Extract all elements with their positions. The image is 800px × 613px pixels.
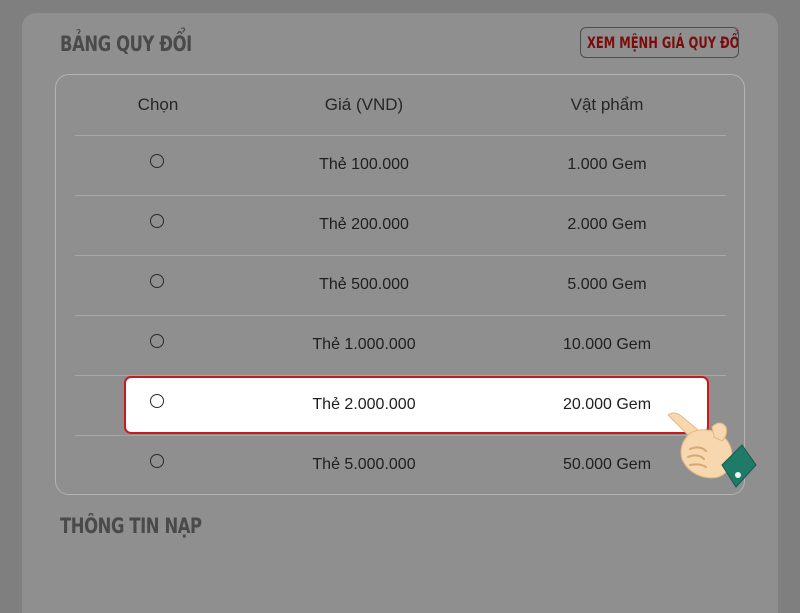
table-cell-price: Thẻ 2.000.000 — [312, 396, 416, 413]
table-cell-item: 10.000 Gem — [562, 336, 652, 353]
table-cell-item: 1.000 Gem — [567, 156, 647, 173]
table-cell-item: 50.000 Gem — [562, 456, 652, 473]
table-cell-item: 2.000 Gem — [567, 216, 647, 233]
radio-button-icon[interactable] — [150, 214, 164, 228]
table-cell-item: 20.000 Gem — [562, 396, 652, 413]
table-cell-price: Thẻ 100.000 — [319, 156, 409, 173]
table-cell-item: 5.000 Gem — [567, 276, 647, 293]
radio-button-icon[interactable] — [150, 394, 164, 408]
radio-button-icon[interactable] — [150, 154, 164, 168]
table-cell-price: Thẻ 200.000 — [319, 216, 409, 233]
radio-button-icon[interactable] — [150, 274, 164, 288]
row-divider — [75, 435, 726, 436]
column-header-price: Giá (VND) — [324, 95, 404, 114]
column-header-select: Chọn — [137, 95, 179, 114]
radio-button-icon[interactable] — [150, 454, 164, 468]
row-divider — [75, 315, 726, 316]
radio-button-icon[interactable] — [150, 334, 164, 348]
table-cell-price: Thẻ 1.000.000 — [312, 336, 416, 353]
table-cell-price: Thẻ 5.000.000 — [312, 456, 416, 473]
row-divider — [75, 195, 726, 196]
view-denominations-button[interactable]: XEM MỆNH GIÁ QUY ĐỔI — [580, 27, 739, 58]
table-cell-price: Thẻ 500.000 — [319, 276, 409, 293]
column-header-item: Vật phẩm — [570, 95, 644, 114]
section-title-top-up-info: THÔNG TIN NẠP — [60, 514, 202, 538]
view-denominations-label: XEM MỆNH GIÁ QUY ĐỔI — [587, 33, 739, 52]
page-title: BẢNG QUY ĐỔI — [60, 32, 192, 56]
row-divider — [75, 255, 726, 256]
hand-pointer-icon — [667, 412, 757, 488]
row-divider — [75, 135, 726, 136]
